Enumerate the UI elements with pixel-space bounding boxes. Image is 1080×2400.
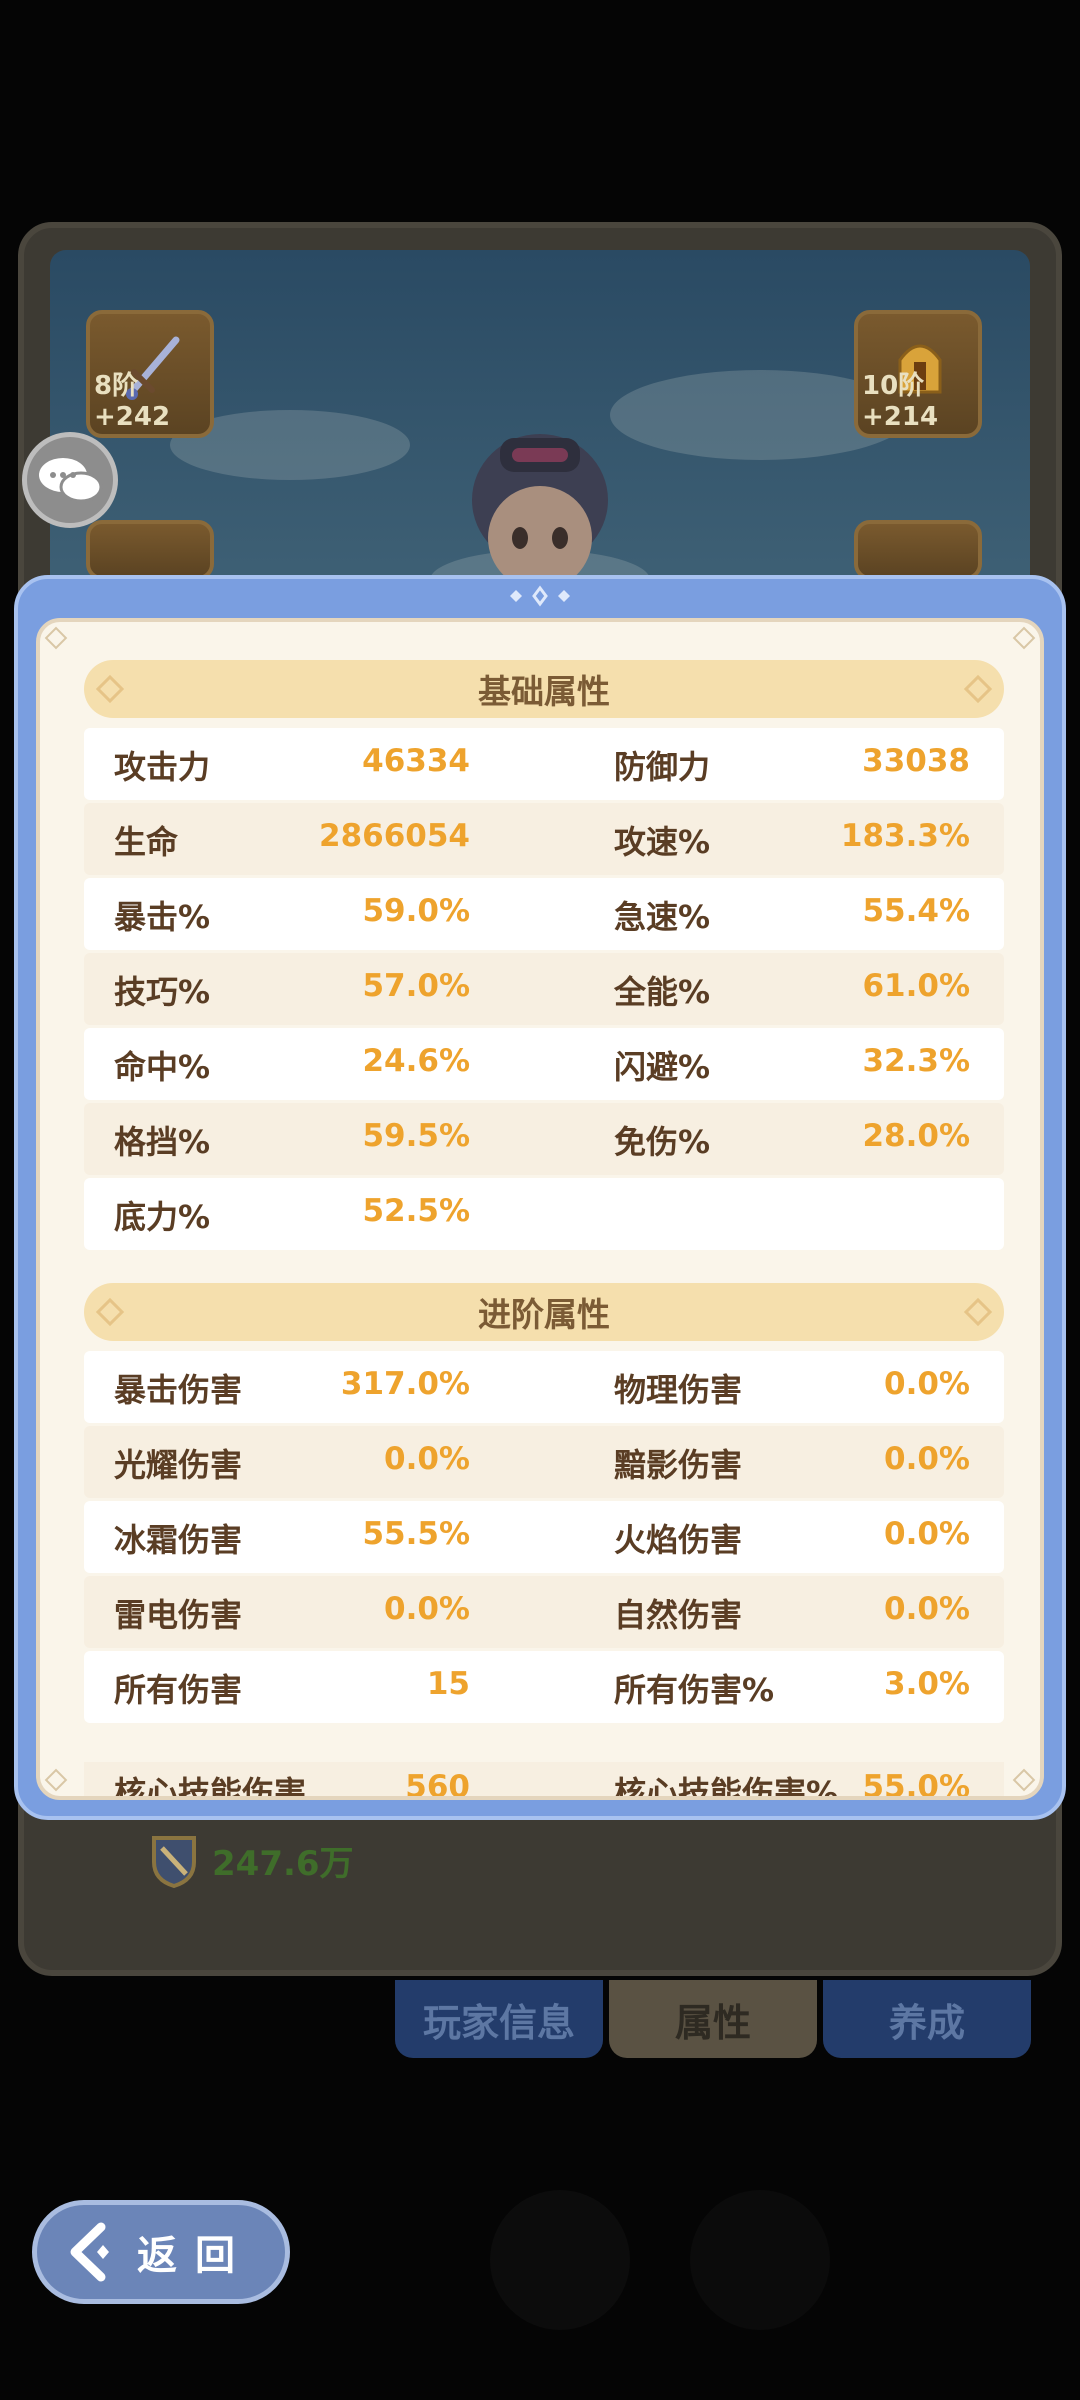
attr-name: 免伤% <box>614 1123 711 1161</box>
attr-name: 格挡% <box>114 1123 211 1161</box>
equipment-slot[interactable] <box>86 520 214 580</box>
attr-value: 46334 <box>362 743 470 779</box>
equipment-level: 8阶+242 <box>94 371 171 432</box>
tab-develop[interactable]: 养成 <box>823 1980 1031 2058</box>
attr-name: 黯影伤害 <box>614 1446 743 1484</box>
attr-name: 光耀伤害 <box>114 1446 243 1484</box>
attr-name: 防御力 <box>614 748 711 786</box>
attribute-row: 格挡% 59.5% 免伤% 28.0% <box>84 1103 1004 1175</box>
equipment-slot-helmet[interactable]: 10阶+214 <box>854 310 982 438</box>
attr-value: 59.5% <box>362 1118 470 1154</box>
attribute-row: 雷电伤害 0.0% 自然伤害 0.0% <box>84 1576 1004 1648</box>
attr-value: 55.4% <box>862 893 970 929</box>
tab-label: 养成 <box>888 2000 965 2045</box>
attr-name: 攻速% <box>614 823 711 861</box>
section-header-advanced: 进阶属性 <box>84 1283 1004 1341</box>
attr-name: 急速% <box>614 898 711 936</box>
attr-value: 0.0% <box>384 1441 470 1477</box>
attr-value: 24.6% <box>362 1043 470 1079</box>
attribute-row-partial: 核心技能伤害 560 核心技能伤害% 55.0% <box>84 1762 1004 1800</box>
chat-icon <box>39 458 103 503</box>
attr-value: 32.3% <box>862 1043 970 1079</box>
combat-power: 247.6万 <box>150 1830 354 1890</box>
section-title: 基础属性 <box>478 672 610 711</box>
equipment-slot-weapon[interactable]: 8阶+242 <box>86 310 214 438</box>
attr-value: 0.0% <box>884 1366 970 1402</box>
attr-name: 物理伤害 <box>614 1371 743 1409</box>
attr-name: 闪避% <box>614 1048 711 1086</box>
section-header-basic: 基础属性 <box>84 660 1004 718</box>
attr-value: 33038 <box>862 743 970 779</box>
attribute-row: 命中% 24.6% 闪避% 32.3% <box>84 1028 1004 1100</box>
modal-ornament-icon <box>510 585 570 607</box>
equipment-level: 10阶+214 <box>862 371 939 432</box>
tab-attributes[interactable]: 属性 <box>609 1980 817 2058</box>
attr-name: 暴击伤害 <box>114 1371 243 1409</box>
attr-value: 15 <box>426 1666 470 1702</box>
attr-name: 自然伤害 <box>614 1596 743 1634</box>
attribute-row: 攻击力 46334 防御力 33038 <box>84 728 1004 800</box>
equipment-slot[interactable] <box>854 520 982 580</box>
attr-name: 生命 <box>114 823 179 861</box>
section-title: 进阶属性 <box>478 1295 610 1334</box>
tab-bar: 玩家信息 属性 养成 <box>395 1980 1035 2060</box>
attr-value: 3.0% <box>884 1666 970 1702</box>
attr-value: 0.0% <box>884 1516 970 1552</box>
attr-name: 攻击力 <box>114 748 211 786</box>
attr-value: 0.0% <box>884 1591 970 1627</box>
attribute-row: 冰霜伤害 55.5% 火焰伤害 0.0% <box>84 1501 1004 1573</box>
attr-value: 52.5% <box>362 1193 470 1229</box>
back-label: 返回 <box>137 2233 253 2279</box>
attr-value: 317.0% <box>340 1366 470 1402</box>
attr-value: 2866054 <box>319 818 470 854</box>
attribute-row: 底力% 52.5% <box>84 1178 1004 1250</box>
attribute-row: 生命 2866054 攻速% 183.3% <box>84 803 1004 875</box>
attribute-row: 暴击% 59.0% 急速% 55.4% <box>84 878 1004 950</box>
shield-icon <box>152 1836 196 1888</box>
combat-power-value: 247.6万 <box>212 1843 354 1884</box>
tab-player-info[interactable]: 玩家信息 <box>395 1980 603 2058</box>
attr-name: 火焰伤害 <box>614 1521 743 1559</box>
attr-name: 全能% <box>614 973 711 1011</box>
back-button[interactable]: 返回 <box>32 2200 290 2304</box>
attribute-row: 核心技能伤害 560 核心技能伤害% 55.0% <box>84 1762 1004 1800</box>
bottom-nav-shadows <box>490 2190 830 2330</box>
back-arrow-icon <box>70 2222 109 2282</box>
attr-value: 55.5% <box>362 1516 470 1552</box>
attr-value: 560 <box>405 1769 470 1800</box>
attr-value: 61.0% <box>862 968 970 1004</box>
attr-name: 暴击% <box>114 898 211 936</box>
attr-value: 55.0% <box>862 1769 970 1800</box>
attr-value: 59.0% <box>362 893 470 929</box>
attr-name: 冰霜伤害 <box>114 1521 243 1559</box>
attr-value: 183.3% <box>840 818 970 854</box>
attr-name: 命中% <box>114 1048 211 1086</box>
attr-value: 28.0% <box>862 1118 970 1154</box>
attr-value: 57.0% <box>362 968 470 1004</box>
chat-button[interactable] <box>22 432 118 528</box>
attr-name: 雷电伤害 <box>114 1596 243 1634</box>
attr-value: 0.0% <box>384 1591 470 1627</box>
attribute-row: 所有伤害 15 所有伤害% 3.0% <box>84 1651 1004 1723</box>
attr-name: 所有伤害% <box>614 1671 775 1709</box>
attribute-row: 技巧% 57.0% 全能% 61.0% <box>84 953 1004 1025</box>
tab-label: 属性 <box>674 2000 751 2045</box>
attribute-row: 暴击伤害 317.0% 物理伤害 0.0% <box>84 1351 1004 1423</box>
attr-value: 0.0% <box>884 1441 970 1477</box>
attr-name: 底力% <box>114 1198 211 1236</box>
attribute-row: 光耀伤害 0.0% 黯影伤害 0.0% <box>84 1426 1004 1498</box>
attr-name: 所有伤害 <box>114 1671 243 1709</box>
attribute-modal: 基础属性 攻击力 46334 防御力 33038 生命 2866054 攻速% … <box>36 618 1044 1800</box>
tab-label: 玩家信息 <box>422 2000 575 2045</box>
attr-name: 技巧% <box>114 973 211 1011</box>
